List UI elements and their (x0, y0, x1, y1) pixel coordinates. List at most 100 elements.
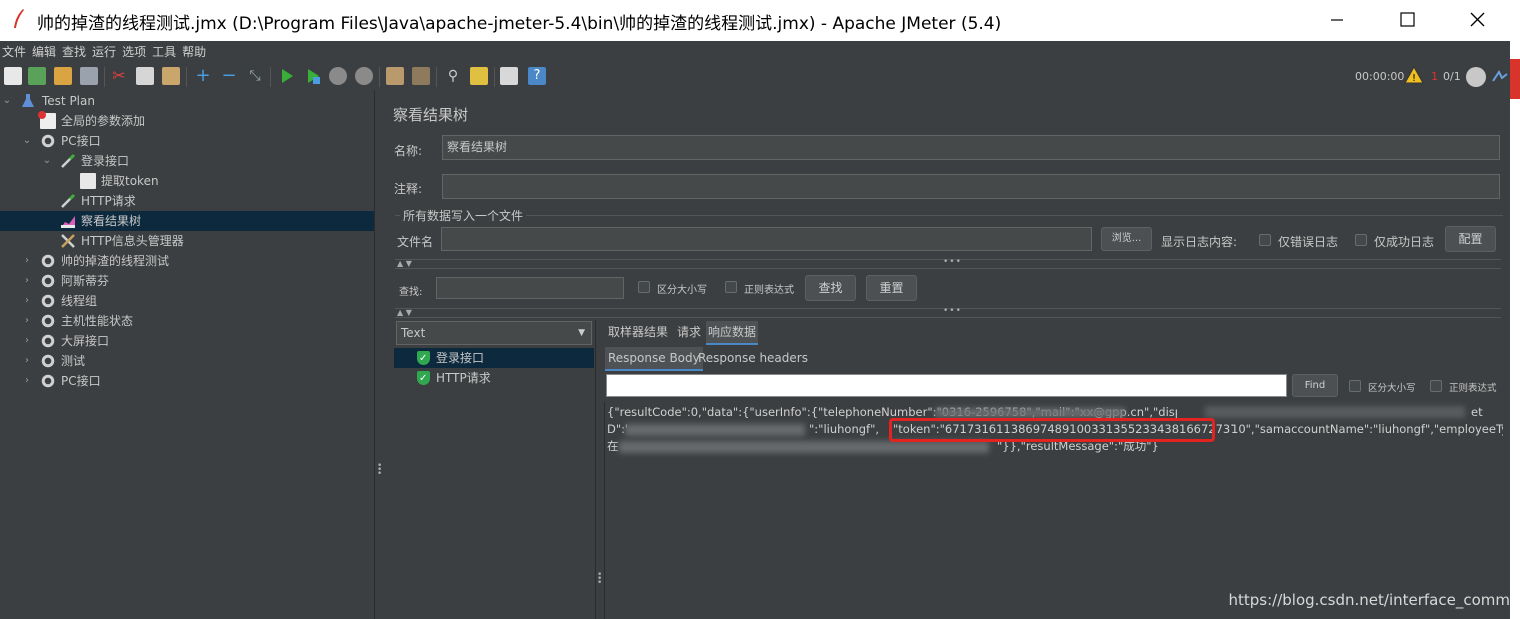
stop-icon[interactable] (329, 67, 347, 85)
clear-all-icon[interactable] (412, 67, 430, 85)
sample-item[interactable]: HTTP请求 (394, 368, 594, 389)
splitter-grip-icon: • • • (597, 570, 603, 588)
config-icon (38, 111, 56, 129)
reset-search-icon[interactable] (470, 67, 488, 85)
tree-node-host-perf[interactable]: › 主机性能状态 (0, 311, 374, 331)
tree-node-big-screen[interactable]: › 大屏接口 (0, 331, 374, 351)
chevron-right-icon[interactable]: › (22, 291, 32, 311)
chevron-down-icon[interactable]: ⌄ (42, 151, 52, 171)
tab-request[interactable]: 请求 (677, 321, 701, 343)
renderer-select[interactable]: Text ▼ (396, 321, 592, 345)
extractor-icon (80, 173, 96, 189)
maximize-button[interactable] (1384, 6, 1430, 34)
divider-arrows-icon[interactable]: ▲ ▼ (397, 259, 412, 268)
subtab-response-headers[interactable]: Response headers (698, 347, 808, 369)
browse-button[interactable]: 浏览... (1101, 227, 1152, 251)
warning-count: 1 (1431, 70, 1438, 83)
chevron-right-icon[interactable]: › (22, 351, 32, 371)
find-button[interactable]: 查找 (805, 275, 856, 301)
case-sensitive-checkbox[interactable] (638, 281, 650, 293)
screen-edge (1510, 41, 1520, 619)
tree-node-asdf[interactable]: › 阿斯蒂芬 (0, 271, 374, 291)
shutdown-icon[interactable] (355, 67, 373, 85)
chevron-right-icon[interactable]: › (22, 251, 32, 271)
success-only-checkbox[interactable] (1355, 234, 1367, 246)
tree-node-http-request[interactable]: HTTP请求 (0, 191, 374, 211)
toolbar: ✂ + − ⤡ ⚲ ? 00:00:00 ! 1 0/1 (0, 63, 1510, 90)
name-field[interactable]: 察看结果树 (442, 135, 1500, 160)
minimize-button[interactable] (1314, 6, 1360, 34)
tree-node-global-params[interactable]: 全局的参数添加 (0, 111, 374, 131)
tree-node-thread-test[interactable]: › 帅的掉渣的线程测试 (0, 251, 374, 271)
tree-node-header-manager[interactable]: HTTP信息头管理器 (0, 231, 374, 251)
comment-field[interactable] (442, 174, 1500, 199)
toolbar-separator (494, 67, 495, 87)
tree-node-test-plan[interactable]: ⌄ Test Plan (0, 91, 374, 111)
chevron-right-icon[interactable]: › (22, 371, 32, 391)
new-icon[interactable] (4, 67, 22, 85)
remote-icon[interactable] (1466, 67, 1486, 87)
toggle-icon[interactable]: ⤡ (246, 67, 264, 85)
collapse-icon[interactable]: − (220, 67, 238, 85)
tree-label: PC接口 (61, 134, 101, 148)
vertical-splitter[interactable]: • • • (374, 90, 383, 619)
menu-options[interactable]: 选项 (120, 41, 150, 63)
save-icon[interactable] (80, 67, 98, 85)
open-icon[interactable] (54, 67, 72, 85)
tree-node-view-results-tree[interactable]: 察看结果树 (0, 211, 374, 231)
start-icon[interactable] (278, 67, 296, 85)
chevron-down-icon[interactable]: ⌄ (22, 131, 32, 151)
menu-tools[interactable]: 工具 (150, 41, 180, 63)
tree-node-extract-token[interactable]: 提取token (0, 171, 374, 191)
tab-sampler-result[interactable]: 取样器结果 (608, 321, 668, 343)
errors-only-checkbox[interactable] (1259, 234, 1271, 246)
configure-button[interactable]: 配置 (1445, 226, 1496, 252)
menu-help[interactable]: 帮助 (180, 41, 210, 63)
divider-arrows-icon[interactable]: ▲ ▼ (397, 308, 412, 317)
log-icon[interactable] (1492, 69, 1508, 83)
tree-node-thread-group[interactable]: › 线程组 (0, 291, 374, 311)
expand-icon[interactable]: + (194, 67, 212, 85)
chevron-right-icon[interactable]: › (22, 331, 32, 351)
chevron-right-icon[interactable]: › (22, 311, 32, 331)
response-regex-checkbox[interactable] (1430, 380, 1442, 392)
response-body-area[interactable]: {"resultCode":0,"data":{"userInfo":{"tel… (604, 402, 1503, 619)
function-helper-icon[interactable] (500, 67, 518, 85)
chevron-right-icon[interactable]: › (22, 271, 32, 291)
start-no-pause-icon[interactable] (304, 67, 322, 85)
warning-icon[interactable]: ! (1404, 65, 1424, 87)
menu-edit[interactable]: 编辑 (30, 41, 60, 63)
response-find-input[interactable] (606, 374, 1287, 397)
reset-button[interactable]: 重置 (866, 275, 917, 301)
templates-icon[interactable] (28, 67, 46, 85)
response-find-button[interactable]: Find (1292, 374, 1338, 397)
help-icon[interactable]: ? (528, 67, 546, 85)
regex-checkbox[interactable] (725, 281, 737, 293)
results-splitter[interactable]: • • • (595, 320, 604, 619)
menu-run[interactable]: 运行 (90, 41, 120, 63)
copy-icon[interactable] (136, 67, 154, 85)
search-input[interactable] (436, 277, 624, 299)
tree-node-test[interactable]: › 测试 (0, 351, 374, 371)
cut-icon[interactable]: ✂ (110, 67, 128, 85)
tree-node-pc-api-2[interactable]: › PC接口 (0, 371, 374, 391)
paste-icon[interactable] (162, 67, 180, 85)
tab-response-data[interactable]: 响应数据 (706, 321, 759, 345)
sample-item[interactable]: 登录接口 (394, 348, 594, 369)
close-button[interactable] (1454, 6, 1500, 34)
chevron-down-icon[interactable]: ⌄ (2, 91, 12, 111)
search-icon[interactable]: ⚲ (444, 67, 462, 85)
clear-icon[interactable] (386, 67, 404, 85)
menu-search[interactable]: 查找 (60, 41, 90, 63)
tree-node-pc-api[interactable]: ⌄ PC接口 (0, 131, 374, 151)
response-case-checkbox[interactable] (1349, 380, 1361, 392)
gear-icon (40, 133, 56, 149)
response-line-2-start: D":" (607, 422, 627, 436)
active-threads: 0/1 (1443, 70, 1461, 83)
menu-file[interactable]: 文件 (0, 41, 30, 63)
subtab-response-body[interactable]: Response Body (605, 347, 703, 371)
edge-red-tab (1510, 59, 1520, 99)
elapsed-time: 00:00:00 (1355, 70, 1405, 83)
tree-node-login-api[interactable]: ⌄ 登录接口 (0, 151, 374, 171)
filename-field[interactable] (441, 227, 1092, 251)
